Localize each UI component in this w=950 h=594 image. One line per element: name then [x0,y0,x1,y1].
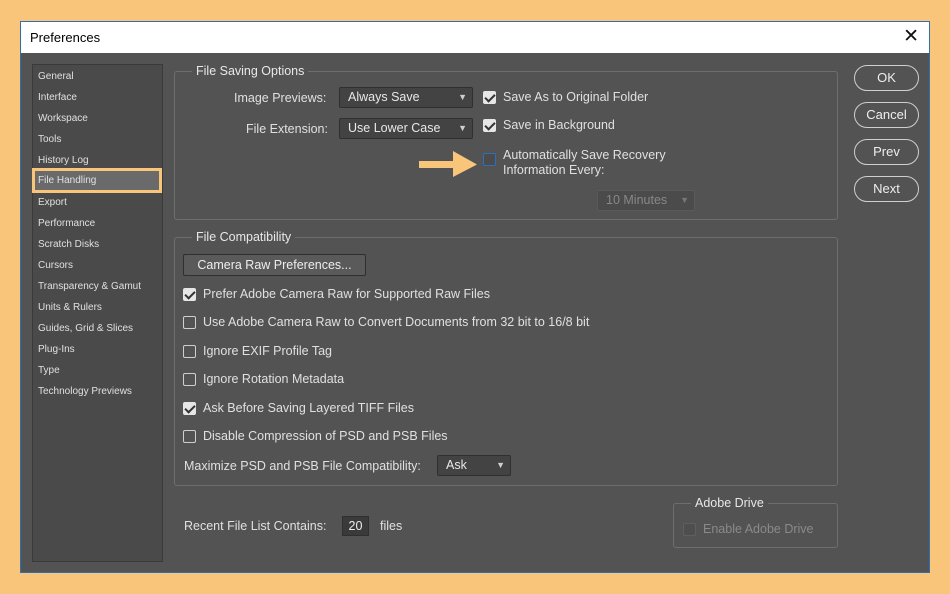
image-previews-select[interactable]: Always Save ▼ [339,87,473,108]
convert-32bit-label: Use Adobe Camera Raw to Convert Document… [203,315,590,329]
sidebar-item-tools[interactable]: Tools [38,134,61,145]
ignore-exif-checkbox[interactable] [183,345,196,358]
arrow-right-icon [419,151,477,177]
ask-layered-tiff-label: Ask Before Saving Layered TIFF Files [203,401,414,415]
maximize-compat-select[interactable]: Ask ▼ [437,455,511,476]
image-previews-value: Always Save [348,90,420,104]
file-saving-legend: File Saving Options [192,64,309,78]
recent-files-input[interactable]: 20 [342,516,369,536]
chevron-down-icon: ▼ [458,123,467,133]
disable-compression-checkbox[interactable] [183,430,196,443]
sidebar: General Interface Workspace Tools Histor… [32,64,163,562]
adobe-drive-legend: Adobe Drive [691,496,768,510]
sidebar-item-performance[interactable]: Performance [38,218,95,229]
enable-adobe-drive-label: Enable Adobe Drive [703,522,814,536]
title-bar: Preferences ✕ [21,22,929,53]
recent-files-label: Recent File List Contains: [184,519,327,533]
camera-raw-preferences-button[interactable]: Camera Raw Preferences... [183,254,366,276]
sidebar-item-history-log[interactable]: History Log [38,155,89,166]
sidebar-item-guides-grid-slices[interactable]: Guides, Grid & Slices [38,323,133,334]
preferences-window: Preferences ✕ General Interface Workspac… [20,21,930,573]
chevron-down-icon: ▼ [458,92,467,102]
sidebar-item-transparency-gamut[interactable]: Transparency & Gamut [38,281,141,292]
auto-save-checkbox[interactable] [483,153,496,166]
image-previews-label: Image Previews: [234,91,327,105]
file-compat-legend: File Compatibility [192,230,296,244]
sidebar-item-export[interactable]: Export [38,197,67,208]
file-extension-value: Use Lower Case [348,121,441,135]
ignore-rotation-checkbox[interactable] [183,373,196,386]
save-as-original-label: Save As to Original Folder [503,90,649,104]
disable-compression-label: Disable Compression of PSD and PSB Files [203,429,448,443]
sidebar-item-plug-ins[interactable]: Plug-Ins [38,344,75,355]
sidebar-item-scratch-disks[interactable]: Scratch Disks [38,239,99,250]
ok-button[interactable]: OK [854,65,919,91]
save-in-background-checkbox[interactable] [483,119,496,132]
cancel-button[interactable]: Cancel [854,102,919,128]
file-extension-label: File Extension: [246,122,328,136]
chevron-down-icon: ▼ [496,460,505,470]
prefer-camera-raw-label: Prefer Adobe Camera Raw for Supported Ra… [203,287,490,301]
sidebar-item-file-handling[interactable]: File Handling [32,168,162,193]
close-icon[interactable]: ✕ [903,25,919,48]
sidebar-item-type[interactable]: Type [38,365,60,376]
sidebar-item-units-rulers[interactable]: Units & Rulers [38,302,102,313]
auto-save-label-line1: Automatically Save Recovery [503,148,666,162]
save-interval-value: 10 Minutes [606,193,668,207]
ask-layered-tiff-checkbox[interactable] [183,402,196,415]
maximize-compat-label: Maximize PSD and PSB File Compatibility: [184,459,421,473]
ignore-rotation-label: Ignore Rotation Metadata [203,372,345,386]
prefer-camera-raw-checkbox[interactable] [183,288,196,301]
window-title: Preferences [30,30,101,45]
save-in-background-label: Save in Background [503,118,615,132]
auto-save-label-line2: Information Every: [503,163,605,177]
sidebar-item-general[interactable]: General [38,71,74,82]
recent-files-suffix: files [380,519,403,533]
convert-32bit-checkbox[interactable] [183,316,196,329]
sidebar-item-technology-previews[interactable]: Technology Previews [38,386,132,397]
save-interval-select[interactable]: 10 Minutes ▼ [597,190,695,211]
chevron-down-icon: ▼ [680,195,689,205]
file-extension-select[interactable]: Use Lower Case ▼ [339,118,473,139]
sidebar-item-cursors[interactable]: Cursors [38,260,73,271]
save-as-original-checkbox[interactable] [483,91,496,104]
next-button[interactable]: Next [854,176,919,202]
maximize-compat-value: Ask [446,458,467,472]
prev-button[interactable]: Prev [854,139,919,165]
sidebar-item-interface[interactable]: Interface [38,92,77,103]
enable-adobe-drive-checkbox[interactable] [683,523,696,536]
sidebar-item-workspace[interactable]: Workspace [38,113,88,124]
ignore-exif-label: Ignore EXIF Profile Tag [203,344,333,358]
